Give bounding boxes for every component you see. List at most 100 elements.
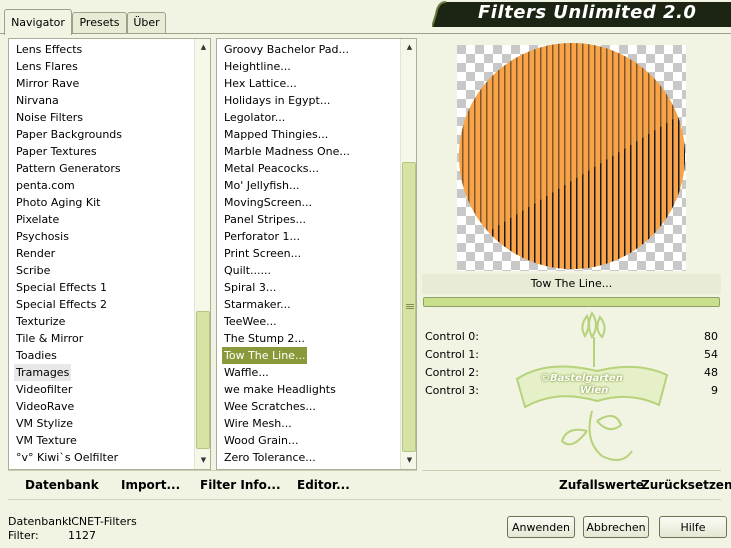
category-item[interactable]: Psychosis <box>14 228 71 245</box>
filter-item[interactable]: Panel Stripes... <box>222 211 308 228</box>
control-2-row[interactable]: Control 2: 48 <box>422 364 721 382</box>
category-list[interactable]: Lens Effects Lens Flares Mirror Rave Nirvan… <box>8 38 211 470</box>
app-title-banner: Filters Unlimited 2.0 <box>432 0 731 27</box>
divider <box>8 470 417 471</box>
reset-button[interactable]: Zurücksetzen <box>641 478 731 492</box>
category-scroll-thumb[interactable] <box>196 311 210 449</box>
preview-image <box>457 43 686 271</box>
category-item[interactable]: Special Effects 1 <box>14 279 109 296</box>
filter-item[interactable]: Marble Madness One... <box>222 143 352 160</box>
category-item[interactable]: Lens Flares <box>14 58 80 75</box>
category-item[interactable]: Render <box>14 245 57 262</box>
filter-scrollbar[interactable]: ▲ ▼ <box>400 39 416 469</box>
category-item[interactable]: Noise Filters <box>14 109 85 126</box>
category-item[interactable]: Mirror Rave <box>14 75 81 92</box>
apply-button[interactable]: Anwenden <box>507 516 575 538</box>
category-item[interactable]: VideoRave <box>14 398 76 415</box>
controls-panel: ©Bastelgarten Wien Control 0: 80 Control… <box>422 311 721 470</box>
category-item[interactable]: Scribe <box>14 262 52 279</box>
category-item[interactable]: Videofilter <box>14 381 74 398</box>
divider <box>422 470 721 471</box>
cancel-button[interactable]: Abbrechen <box>583 516 649 538</box>
filter-item[interactable]: Wee Scratches... <box>222 398 318 415</box>
category-item[interactable]: Lens Effects <box>14 41 84 58</box>
datenbank-status-label: Datenbank: <box>8 515 73 528</box>
filter-item[interactable]: Wire Mesh... <box>222 415 294 432</box>
random-values-button[interactable]: Zufallswerte <box>559 478 644 492</box>
category-item[interactable]: Photo Aging Kit <box>14 194 102 211</box>
control-3-row[interactable]: Control 3: 9 <box>422 382 721 400</box>
category-item[interactable]: Pattern Generators <box>14 160 123 177</box>
grip-line <box>406 308 414 309</box>
category-item[interactable]: Pixelate <box>14 211 61 228</box>
control-2-value: 48 <box>704 366 718 379</box>
category-item[interactable]: VM Texture <box>14 432 79 449</box>
filter-item[interactable]: Starmaker... <box>222 296 293 313</box>
progress-bar <box>423 297 720 307</box>
category-scrollbar[interactable]: ▲ ▼ <box>194 39 210 469</box>
category-item[interactable]: Toadies <box>14 347 59 364</box>
category-item[interactable]: penta.com <box>14 177 77 194</box>
filter-item[interactable]: Legolator... <box>222 109 287 126</box>
filter-list[interactable]: Groovy Bachelor Pad... Heightline... Hex L… <box>216 38 417 470</box>
filter-item[interactable]: MovingScreen... <box>222 194 314 211</box>
divider <box>8 499 721 500</box>
filter-item[interactable]: we make Headlights <box>222 381 338 398</box>
control-0-value: 80 <box>704 330 718 343</box>
category-item[interactable]: Paper Textures <box>14 143 99 160</box>
filter-item[interactable]: Quilt...... <box>222 262 273 279</box>
category-item[interactable]: Tile & Mirror <box>14 330 85 347</box>
category-item[interactable]: Texturize <box>14 313 67 330</box>
filter-item[interactable]: Zero Tolerance... <box>222 449 318 466</box>
filter-count-value: 1127 <box>68 529 96 542</box>
scroll-down-icon[interactable]: ▼ <box>195 452 210 469</box>
filter-item[interactable]: TeeWee... <box>222 313 279 330</box>
filter-item[interactable]: Mo' Jellyfish... <box>222 177 302 194</box>
current-filter-name: Tow The Line... <box>422 274 721 294</box>
import-button[interactable]: Import... <box>121 478 180 492</box>
category-item[interactable]: Tramages <box>14 364 72 381</box>
datenbank-button[interactable]: Datenbank <box>25 478 99 492</box>
control-1-row[interactable]: Control 1: 54 <box>422 346 721 364</box>
control-1-value: 54 <box>704 348 718 361</box>
filter-item[interactable]: The Stump 2... <box>222 330 307 347</box>
filter-item[interactable]: Tow The Line... <box>222 347 308 364</box>
filter-item[interactable]: Hex Lattice... <box>222 75 299 92</box>
category-item[interactable]: °v° Kiwi`s Oelfilter <box>14 449 120 466</box>
category-item[interactable]: VM Stylize <box>14 415 75 432</box>
tab-presets[interactable]: Presets <box>72 12 127 34</box>
category-item[interactable]: Special Effects 2 <box>14 296 109 313</box>
scroll-up-icon[interactable]: ▲ <box>195 39 210 56</box>
filter-item[interactable]: Holidays in Egypt... <box>222 92 332 109</box>
tab-navigator[interactable]: Navigator <box>4 9 72 35</box>
filter-item[interactable]: Metal Peacocks... <box>222 160 321 177</box>
scroll-up-icon[interactable]: ▲ <box>401 39 416 56</box>
app-title: Filters Unlimited 2.0 <box>478 2 697 23</box>
category-item[interactable]: Paper Backgrounds <box>14 126 124 143</box>
filter-item[interactable]: Mapped Thingies... <box>222 126 330 143</box>
filter-info-button[interactable]: Filter Info... <box>200 478 281 492</box>
filter-item[interactable]: Perforator 1... <box>222 228 302 245</box>
filter-item[interactable]: Wood Grain... <box>222 432 300 449</box>
grip-line <box>406 306 414 307</box>
category-item[interactable]: Nirvana <box>14 92 61 109</box>
tab-ueber[interactable]: Über <box>127 12 166 34</box>
filter-item[interactable]: Waffle... <box>222 364 271 381</box>
control-0-label: Control 0: <box>425 330 479 343</box>
filter-count-label: Filter: <box>8 529 39 542</box>
filter-item[interactable]: Groovy Bachelor Pad... <box>222 41 351 58</box>
filter-item[interactable]: Spiral 3... <box>222 279 278 296</box>
tab-divider <box>0 33 731 34</box>
datenbank-status-value: ICNET-Filters <box>68 515 137 528</box>
control-0-row[interactable]: Control 0: 80 <box>422 328 721 346</box>
control-1-label: Control 1: <box>425 348 479 361</box>
grip-line <box>406 304 414 305</box>
filter-item[interactable]: Heightline... <box>222 58 293 75</box>
editor-button[interactable]: Editor... <box>297 478 350 492</box>
filter-item[interactable]: Print Screen... <box>222 245 303 262</box>
help-button[interactable]: Hilfe <box>659 516 727 538</box>
preview-panel <box>422 40 721 272</box>
control-3-value: 9 <box>711 384 718 397</box>
filter-scroll-thumb[interactable] <box>402 162 416 452</box>
scroll-down-icon[interactable]: ▼ <box>401 452 416 469</box>
